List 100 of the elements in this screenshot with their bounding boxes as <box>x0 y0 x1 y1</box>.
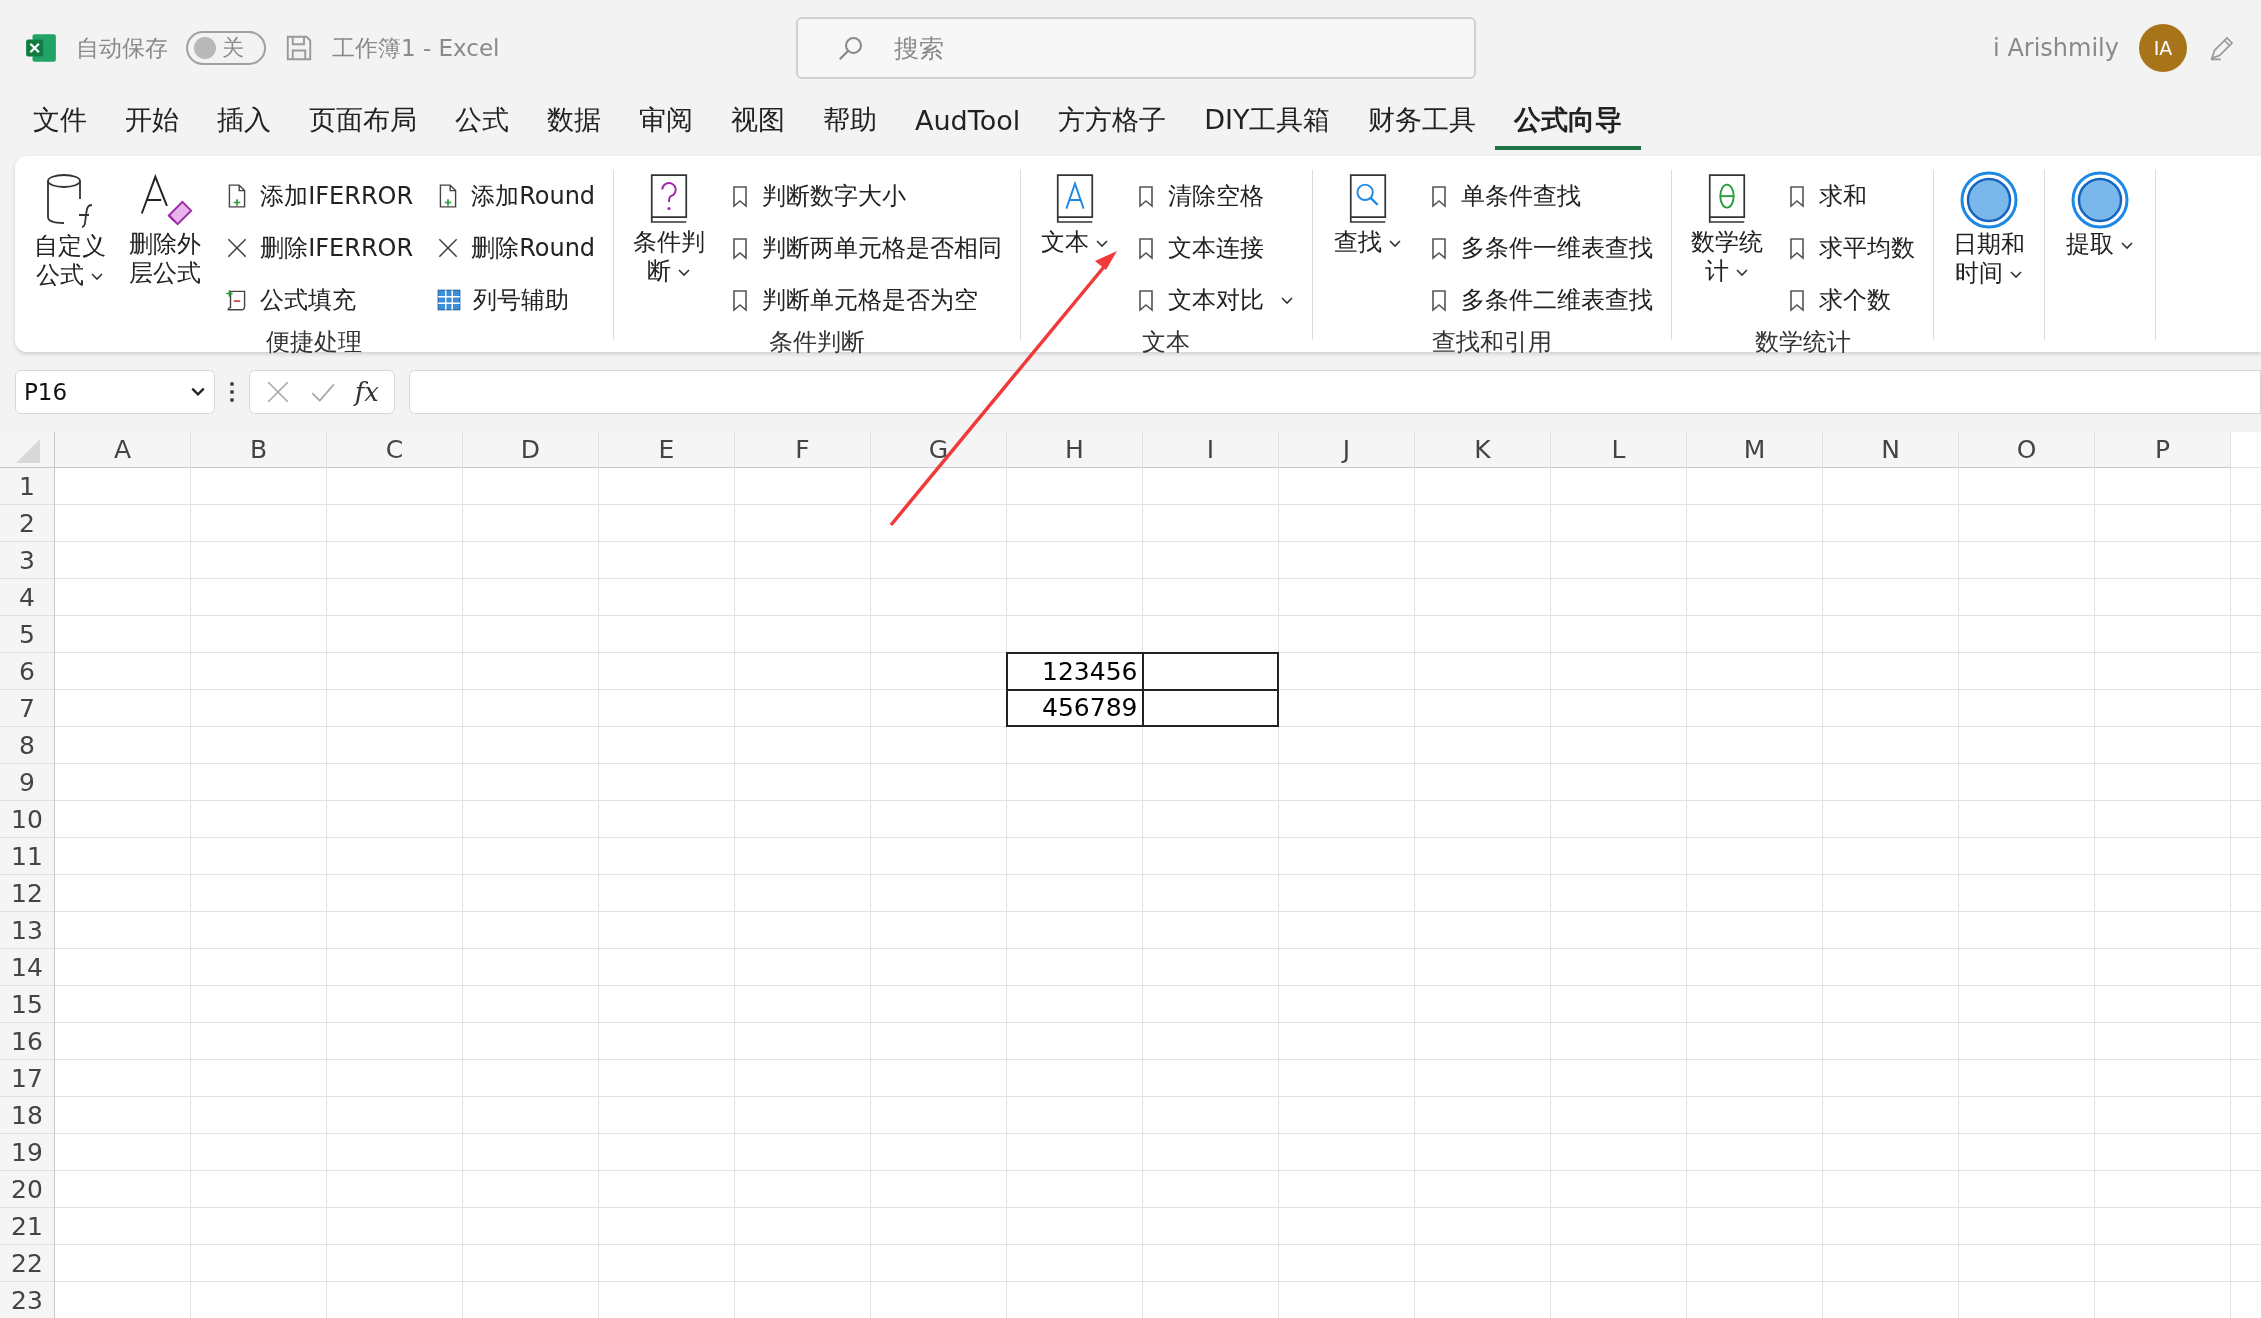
ribbon-command[interactable]: 多条件二维表查找 <box>1422 274 1657 326</box>
row-header[interactable]: 13 <box>0 912 55 949</box>
row-header[interactable]: 10 <box>0 801 55 838</box>
ribbon-command[interactable]: 判断两单元格是否相同 <box>723 222 1006 274</box>
ribbon-command[interactable]: 文本对比 <box>1130 274 1299 326</box>
name-box[interactable]: P16 <box>15 370 215 414</box>
circle-icon <box>1959 170 2020 230</box>
ribbon-tab[interactable]: 方方格子 <box>1039 98 1186 150</box>
table-cell[interactable]: 456789 <box>1007 689 1143 726</box>
ribbon-tab[interactable]: AudTool <box>896 100 1040 148</box>
row-header[interactable]: 17 <box>0 1060 55 1097</box>
ribbon-button[interactable]: 查找 <box>1327 170 1409 257</box>
column-header[interactable]: G <box>871 432 1007 468</box>
row-header[interactable]: 23 <box>0 1282 55 1318</box>
row-header[interactable]: 20 <box>0 1171 55 1208</box>
row-header[interactable]: 6 <box>0 653 55 690</box>
row-header[interactable]: 21 <box>0 1208 55 1245</box>
ribbon-command[interactable]: 求平均数 <box>1781 222 1920 274</box>
row-header[interactable]: 22 <box>0 1245 55 1282</box>
ribbon-button[interactable]: 条件判断 <box>628 170 710 286</box>
column-header[interactable]: B <box>191 432 327 468</box>
ribbon-command[interactable]: 判断数字大小 <box>723 170 1006 222</box>
group-label: 数学统计 <box>1754 327 1851 358</box>
row-header[interactable]: 12 <box>0 875 55 912</box>
ribbon-button[interactable]: 删除外层公式 <box>124 170 207 288</box>
row-header[interactable]: 15 <box>0 986 55 1023</box>
ribbon-tab[interactable]: 帮助 <box>804 98 896 150</box>
row-header[interactable]: 19 <box>0 1134 55 1171</box>
circle-icon <box>2069 170 2130 230</box>
insert-function-button[interactable]: fx <box>354 377 379 407</box>
column-header[interactable]: M <box>1687 432 1823 468</box>
ribbon-command[interactable]: 求和 <box>1781 170 1920 222</box>
ribbon-button[interactable]: 数学统计 <box>1685 170 1768 286</box>
ribbon-command[interactable]: 删除Round <box>431 222 600 274</box>
ribbon-command[interactable]: 多条件一维表查找 <box>1422 222 1657 274</box>
ribbon-command[interactable]: 清除空格 <box>1130 170 1299 222</box>
row-header[interactable]: 3 <box>0 542 55 579</box>
ribbon-command[interactable]: 判断单元格是否为空 <box>723 274 1006 326</box>
row-header[interactable]: 11 <box>0 838 55 875</box>
autosave-label: 自动保存 <box>76 33 168 63</box>
group-label: 便捷处理 <box>266 327 363 358</box>
column-header[interactable]: J <box>1279 432 1415 468</box>
column-header[interactable]: H <box>1007 432 1143 468</box>
row-header[interactable]: 2 <box>0 505 55 542</box>
ribbon-command[interactable]: 公式填充 <box>220 274 418 326</box>
ribbon-tab[interactable]: 财务工具 <box>1349 98 1496 150</box>
column-header[interactable]: N <box>1823 432 1959 468</box>
column-header[interactable]: A <box>55 432 191 468</box>
row-header[interactable]: 9 <box>0 764 55 801</box>
more-icon <box>229 380 235 404</box>
column-header[interactable]: C <box>327 432 463 468</box>
document-title: 工作簿1 - Excel <box>332 33 500 63</box>
table-cell[interactable]: 123456 <box>1007 653 1143 690</box>
ribbon-command[interactable]: 求个数 <box>1781 274 1920 326</box>
group-label: 查找和引用 <box>1432 327 1553 358</box>
column-header[interactable]: O <box>1959 432 2095 468</box>
table-cell[interactable] <box>1142 653 1278 690</box>
column-header[interactable]: D <box>463 432 599 468</box>
search-field[interactable]: 搜索 <box>795 17 1476 79</box>
dropdown-icon <box>190 386 206 398</box>
column-header[interactable]: E <box>599 432 735 468</box>
ribbon-tab[interactable]: 视图 <box>712 98 804 150</box>
ribbon-command[interactable]: 删除IFERROR <box>220 222 418 274</box>
ribbon-command[interactable]: 添加IFERROR <box>220 170 418 222</box>
row-header[interactable]: 1 <box>0 468 55 505</box>
formula-input[interactable] <box>409 370 2261 414</box>
ribbon-command[interactable]: 文本连接 <box>1130 222 1299 274</box>
row-header[interactable]: 18 <box>0 1097 55 1134</box>
row-header[interactable]: 14 <box>0 949 55 986</box>
column-header[interactable]: P <box>2095 432 2231 468</box>
column-header[interactable]: F <box>735 432 871 468</box>
ribbon-tab[interactable]: DIY工具箱 <box>1185 98 1350 150</box>
column-header[interactable]: K <box>1415 432 1551 468</box>
save-icon <box>284 33 314 63</box>
ribbon-button[interactable]: 文本 <box>1034 170 1117 257</box>
row-header[interactable]: 4 <box>0 579 55 616</box>
excel-app-icon <box>24 31 58 65</box>
row-header[interactable]: 8 <box>0 727 55 764</box>
ribbon-button[interactable]: 提取 <box>2059 170 2141 259</box>
table-cell[interactable] <box>1142 689 1278 726</box>
ribbon-tab[interactable]: 审阅 <box>620 98 712 150</box>
row-header[interactable]: 7 <box>0 690 55 727</box>
ribbon-button[interactable]: 日期和时间 <box>1948 170 2031 288</box>
ribbon-button[interactable]: 自定义公式 <box>29 170 111 290</box>
row-header[interactable]: 16 <box>0 1023 55 1060</box>
ribbon-tab[interactable]: 插入 <box>198 98 290 150</box>
ribbon-command[interactable]: 单条件查找 <box>1422 170 1657 222</box>
ribbon-tab[interactable]: 公式 <box>436 98 528 150</box>
column-header[interactable]: I <box>1143 432 1279 468</box>
ribbon-tab[interactable]: 数据 <box>528 98 620 150</box>
ribbon-command[interactable]: 添加Round <box>431 170 600 222</box>
ribbon-tab[interactable]: 公式向导 <box>1495 98 1642 150</box>
ribbon-command[interactable]: 列号辅助 <box>431 274 600 326</box>
column-header[interactable]: L <box>1551 432 1687 468</box>
ribbon-tab[interactable]: 开始 <box>106 98 198 150</box>
ribbon-tab[interactable]: 页面布局 <box>290 98 436 150</box>
user-name: i Arishmily <box>1993 34 2119 62</box>
user-avatar[interactable]: IA <box>2139 24 2187 72</box>
ribbon-tab[interactable]: 文件 <box>14 98 106 150</box>
row-header[interactable]: 5 <box>0 616 55 653</box>
